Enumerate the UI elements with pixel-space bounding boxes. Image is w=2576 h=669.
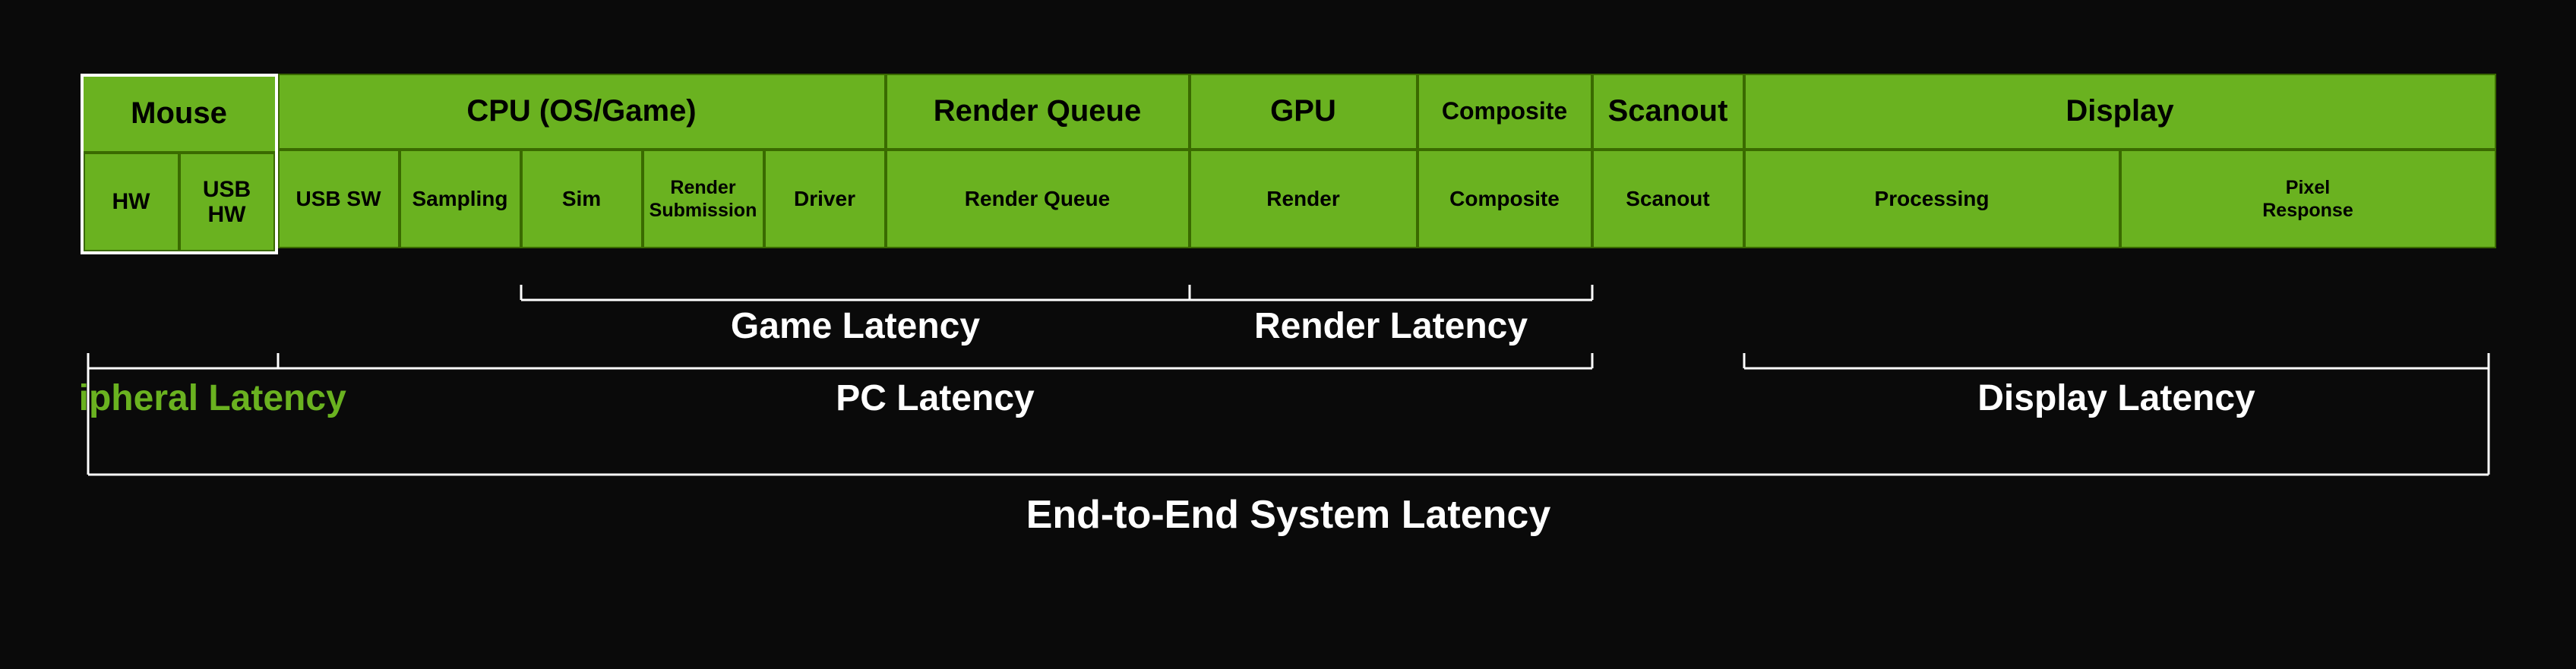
cpu-driver: Driver — [764, 150, 886, 248]
gpu-sub-row: Render — [1190, 150, 1418, 248]
cpu-render-submission: RenderSubmission — [643, 150, 764, 248]
scanout-header: Scanout — [1592, 74, 1744, 150]
cpu-group: CPU (OS/Game) USB SW Sampling Sim Render… — [278, 74, 886, 254]
brackets-svg: Game Latency Render Latency Peripheral L… — [81, 277, 2496, 596]
render-queue-group: Render Queue Render Queue — [886, 74, 1190, 254]
svg-text:PC Latency: PC Latency — [836, 378, 1035, 418]
gpu-render: Render — [1190, 150, 1418, 248]
cpu-header: CPU (OS/Game) — [278, 74, 886, 150]
scanout-sub-row: Scanout — [1592, 150, 1744, 248]
cpu-sim: Sim — [521, 150, 643, 248]
cpu-usb-sw: USB SW — [278, 150, 400, 248]
svg-text:Render Latency: Render Latency — [1253, 306, 1527, 346]
mouse-hw: HW — [84, 153, 179, 251]
display-pixel-response: PixelResponse — [2120, 150, 2496, 248]
diagram-container: Mouse HW USBHW CPU (OS/Game) USB SW Samp… — [35, 43, 2542, 626]
cpu-sampling: Sampling — [400, 150, 521, 248]
mouse-block: Mouse HW USBHW — [81, 74, 278, 254]
svg-text:Display Latency: Display Latency — [1977, 378, 2255, 418]
cpu-sub-row: USB SW Sampling Sim RenderSubmission Dri… — [278, 150, 886, 248]
scanout-group: Scanout Scanout — [1592, 74, 1744, 254]
display-header: Display — [1744, 74, 2496, 150]
display-group: Display Processing PixelResponse — [1744, 74, 2496, 254]
composite-group: Composite Composite — [1418, 74, 1592, 254]
render-queue-block: Render Queue — [886, 150, 1190, 248]
gpu-header: GPU — [1190, 74, 1418, 150]
composite-sub-row: Composite — [1418, 150, 1592, 248]
mouse-header: Mouse — [84, 77, 275, 153]
display-processing: Processing — [1744, 150, 2120, 248]
render-queue-sub-row: Render Queue — [886, 150, 1190, 248]
svg-text:Peripheral Latency: Peripheral Latency — [81, 378, 346, 418]
composite-block: Composite — [1418, 150, 1592, 248]
composite-header: Composite — [1418, 74, 1592, 150]
top-section: Mouse HW USBHW CPU (OS/Game) USB SW Samp… — [81, 74, 2496, 254]
scanout-block: Scanout — [1592, 150, 1744, 248]
display-sub-row: Processing PixelResponse — [1744, 150, 2496, 248]
gpu-group: GPU Render — [1190, 74, 1418, 254]
svg-text:Game Latency: Game Latency — [730, 306, 979, 346]
render-queue-header: Render Queue — [886, 74, 1190, 150]
mouse-usb-hw: USBHW — [179, 153, 275, 251]
latency-section: Game Latency Render Latency Peripheral L… — [81, 277, 2496, 596]
mouse-sub-row: HW USBHW — [84, 153, 275, 251]
svg-text:End-to-End System Latency: End-to-End System Latency — [1026, 493, 1550, 537]
